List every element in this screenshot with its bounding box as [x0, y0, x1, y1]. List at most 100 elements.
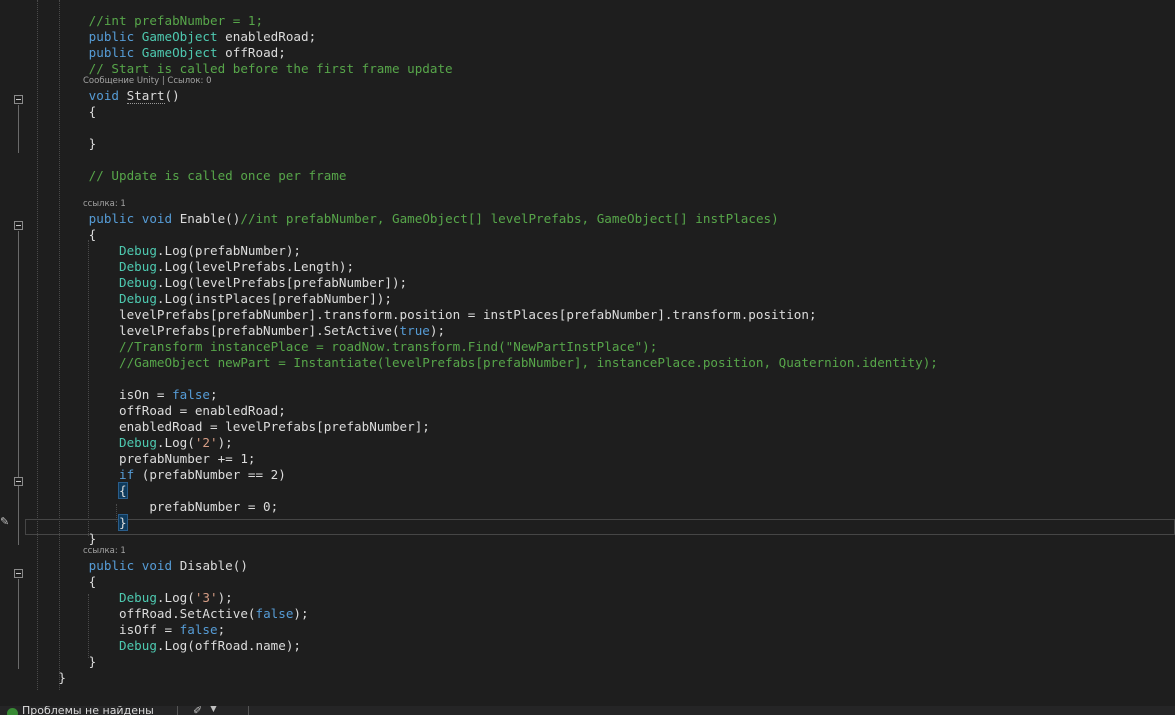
code-line[interactable]: }: [28, 136, 97, 152]
code-editor[interactable]: ✎ //int prefabNumber = 1; public GameObj…: [0, 0, 1175, 715]
code-line[interactable]: offRoad = enabledRoad;: [28, 403, 286, 419]
code-token: ;: [210, 387, 218, 402]
code-line[interactable]: public void Enable()//int prefabNumber, …: [28, 211, 779, 227]
codelens-references[interactable]: ссылка: 1: [83, 546, 126, 557]
code-token: prefabNumber = 0;: [149, 499, 279, 514]
fold-toggle-if[interactable]: [14, 477, 23, 486]
code-token: .Log(: [156, 590, 195, 605]
fold-range-line: [18, 487, 19, 531]
code-token: .Log(levelPrefabs[prefabNumber]);: [156, 275, 408, 290]
code-line[interactable]: isOn = false;: [28, 387, 218, 403]
code-line[interactable]: {: [28, 482, 128, 499]
fold-toggle-disable[interactable]: [14, 569, 23, 578]
code-token: }: [88, 654, 97, 669]
code-token: true: [399, 323, 430, 338]
code-token: Start: [126, 88, 165, 104]
code-line[interactable]: {: [28, 104, 97, 120]
code-token: // Start is called before the first fram…: [88, 61, 453, 76]
code-line[interactable]: // Update is called once per frame: [28, 168, 347, 184]
code-token: Enable(): [172, 211, 241, 226]
code-line[interactable]: levelPrefabs[prefabNumber].SetActive(tru…: [28, 323, 445, 339]
code-line[interactable]: prefabNumber += 1;: [28, 451, 255, 467]
code-line[interactable]: }: [28, 670, 66, 686]
code-token: false: [255, 606, 294, 621]
code-line[interactable]: }: [28, 514, 128, 531]
code-line[interactable]: Debug.Log(instPlaces[prefabNumber]);: [28, 291, 392, 307]
code-line[interactable]: public void Disable(): [28, 558, 248, 574]
code-line[interactable]: Debug.Log(prefabNumber);: [28, 243, 301, 259]
code-line[interactable]: Debug.Log(offRoad.name);: [28, 638, 301, 654]
code-token: if: [119, 467, 135, 482]
code-line[interactable]: levelPrefabs[prefabNumber].transform.pos…: [28, 307, 817, 323]
codelens-references[interactable]: Сообщение Unity | Ссылок: 0: [83, 76, 212, 87]
code-token: //int prefabNumber, GameObject[] levelPr…: [240, 211, 779, 226]
chevron-down-icon[interactable]: ▼: [210, 706, 217, 714]
code-token: false: [172, 387, 210, 402]
code-line[interactable]: Debug.Log(levelPrefabs.Length);: [28, 259, 354, 275]
code-line[interactable]: // Start is called before the first fram…: [28, 61, 453, 77]
code-token: Debug: [119, 291, 157, 306]
code-token: .Log(: [156, 435, 195, 450]
problems-status[interactable]: Проблемы не найдены: [22, 706, 154, 715]
status-bar: Проблемы не найдены ✐ ▼: [0, 706, 1175, 715]
code-token: offRoad = enabledRoad;: [119, 403, 286, 418]
code-token: void: [141, 558, 173, 573]
code-token: Disable(): [172, 558, 248, 573]
code-token: '3': [194, 590, 218, 605]
code-line[interactable]: Debug.Log('2');: [28, 435, 233, 451]
status-divider: [248, 706, 249, 715]
code-token: );: [293, 606, 309, 621]
code-line[interactable]: {: [28, 227, 97, 243]
code-line[interactable]: //GameObject newPart = Instantiate(level…: [28, 355, 938, 371]
code-line[interactable]: Debug.Log(levelPrefabs[prefabNumber]);: [28, 275, 407, 291]
code-token: Debug: [119, 275, 157, 290]
code-token: public: [88, 45, 135, 60]
code-token: levelPrefabs[prefabNumber].transform.pos…: [119, 307, 817, 322]
code-line[interactable]: }: [28, 654, 97, 670]
code-token: .Log(prefabNumber);: [156, 243, 301, 258]
code-line[interactable]: {: [28, 574, 97, 590]
code-token: //GameObject newPart = Instantiate(level…: [119, 355, 938, 370]
code-line[interactable]: prefabNumber = 0;: [28, 499, 278, 515]
code-line[interactable]: if (prefabNumber == 2): [28, 467, 286, 483]
code-token: offRoad;: [217, 45, 286, 60]
code-line[interactable]: public GameObject enabledRoad;: [28, 29, 317, 45]
code-token: (prefabNumber == 2): [134, 467, 286, 482]
code-line[interactable]: isOff = false;: [28, 622, 225, 638]
fold-toggle-enable[interactable]: [14, 221, 23, 230]
fold-range-line: [18, 105, 19, 153]
code-line[interactable]: Debug.Log('3');: [28, 590, 233, 606]
fold-toggle-start[interactable]: [14, 95, 23, 104]
code-token: void: [141, 211, 173, 226]
code-line[interactable]: public GameObject offRoad;: [28, 45, 286, 61]
brush-icon[interactable]: ✐: [193, 706, 202, 715]
code-line[interactable]: offRoad.SetActive(false);: [28, 606, 309, 622]
code-line[interactable]: //Transform instancePlace = roadNow.tran…: [28, 339, 657, 355]
code-line[interactable]: //int prefabNumber = 1;: [28, 13, 263, 29]
code-line[interactable]: }: [28, 531, 97, 547]
code-line[interactable]: void Start(): [28, 88, 180, 104]
code-token: enabledRoad;: [217, 29, 317, 44]
codelens-references[interactable]: ссылка: 1: [83, 199, 126, 210]
code-line[interactable]: enabledRoad = levelPrefabs[prefabNumber]…: [28, 419, 430, 435]
